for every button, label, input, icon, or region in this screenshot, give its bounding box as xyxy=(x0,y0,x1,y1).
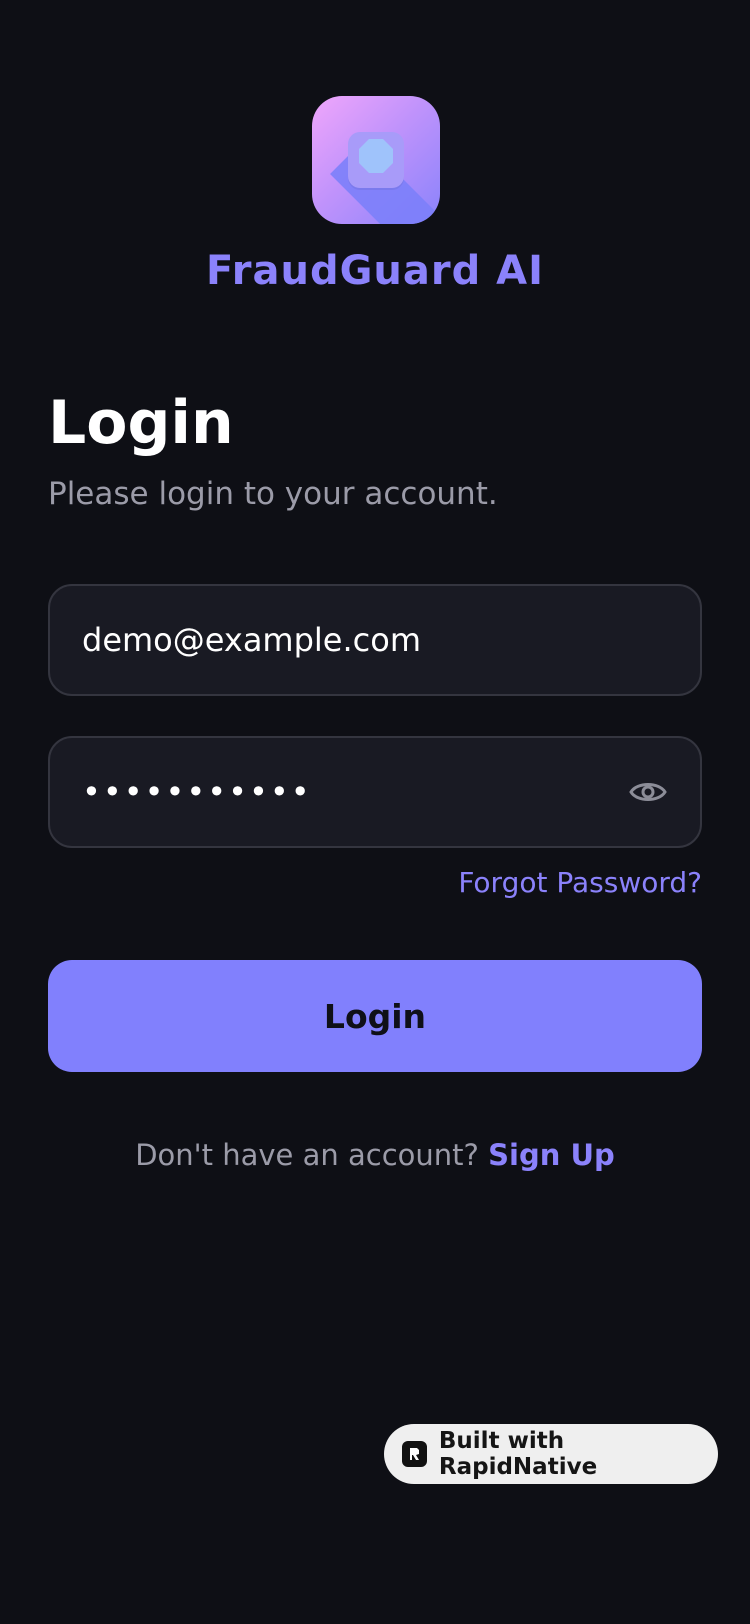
page-title: Login xyxy=(48,388,234,458)
signup-prompt-line: Don't have an account? Sign Up xyxy=(0,1138,750,1172)
login-button[interactable]: Login xyxy=(48,960,702,1072)
email-input[interactable] xyxy=(82,621,668,659)
password-input[interactable] xyxy=(82,773,628,811)
signup-link[interactable]: Sign Up xyxy=(488,1138,615,1172)
built-with-badge[interactable]: Built with RapidNative xyxy=(384,1424,718,1484)
badge-label: Built with RapidNative xyxy=(438,1428,598,1480)
octagon-icon xyxy=(359,139,393,173)
forgot-password-link[interactable]: Forgot Password? xyxy=(458,866,702,899)
app-logo-icon xyxy=(312,96,440,224)
rapidnative-logo-icon xyxy=(402,1441,427,1467)
password-field[interactable] xyxy=(48,736,702,848)
signup-prompt-text: Don't have an account? xyxy=(135,1138,479,1172)
page-subtitle: Please login to your account. xyxy=(48,476,498,512)
brand-name: FraudGuard AI xyxy=(205,248,545,294)
login-screen: FraudGuard AI Login Please login to your… xyxy=(0,0,750,1624)
eye-icon[interactable] xyxy=(628,772,668,812)
email-field[interactable] xyxy=(48,584,702,696)
